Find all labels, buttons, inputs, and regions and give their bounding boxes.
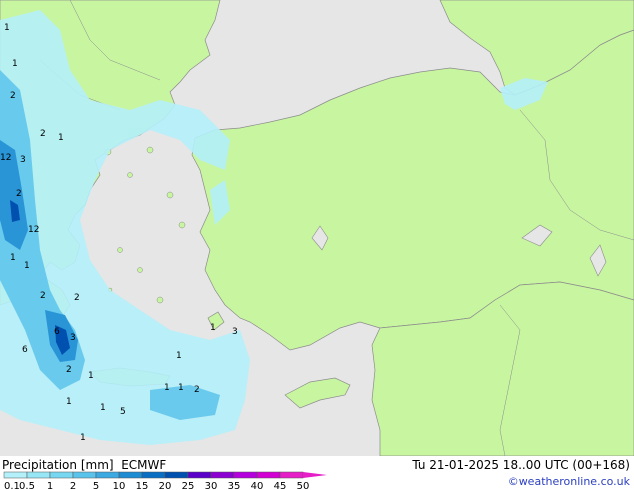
legend-tick-label: 15	[136, 481, 149, 490]
map-title: Precipitation [mm] ECMWF	[2, 458, 166, 472]
precip-label: 2	[40, 291, 46, 301]
color-legend: 0.1 0.5 1 2 5 10 15 20 25 30 35 40 45 50	[3, 471, 327, 490]
precip-label: 2	[66, 365, 72, 375]
legend-tick-label: 1	[47, 481, 53, 490]
legend-tick-label: 45	[274, 481, 287, 490]
legend-swatch	[141, 471, 166, 479]
precip-label: 1	[100, 403, 106, 413]
legend-swatch	[187, 471, 212, 479]
legend-tick-label: 35	[228, 481, 241, 490]
precip-label: 6	[54, 327, 60, 337]
legend-tick-label: 10	[113, 481, 126, 490]
precip-label: 1	[80, 433, 86, 443]
legend-swatch	[3, 471, 28, 479]
precip-label: 1	[66, 397, 72, 407]
legend-swatch	[233, 471, 258, 479]
precip-label: 3	[232, 327, 238, 337]
credit-link[interactable]: ©weatheronline.co.uk	[508, 475, 630, 488]
precip-label: 5	[120, 407, 126, 417]
product-label: Precipitation [mm]	[2, 458, 114, 472]
legend-swatch	[26, 471, 51, 479]
model-label: ECMWF	[121, 458, 167, 472]
legend-tick-label: 50	[297, 481, 310, 490]
precip-label: 1	[58, 133, 64, 143]
precip-label: 1	[88, 371, 94, 381]
legend-tick-label: 5	[93, 481, 99, 490]
precip-label: 12	[0, 153, 11, 163]
precip-label: 2	[16, 189, 22, 199]
legend-swatch	[49, 471, 74, 479]
precipitation-map: 1 2 1 2 1 3 12 2 12 1 1 2 2 6 3 2 1 6 1 …	[0, 0, 634, 456]
legend-swatch	[256, 471, 281, 479]
precip-label: 2	[40, 129, 46, 139]
legend-tick-label: 0.5	[19, 481, 35, 490]
precip-label: 1	[10, 253, 16, 263]
footer: Precipitation [mm] ECMWF Tu 21-01-2025 1…	[0, 456, 634, 490]
precip-label: 3	[70, 333, 76, 343]
precip-label: 1	[178, 383, 184, 393]
legend-swatch	[210, 471, 235, 479]
legend-swatch	[118, 471, 143, 479]
legend-tick-label: 0.1	[4, 481, 20, 490]
precip-label: 1	[164, 383, 170, 393]
legend-tick-label: 20	[159, 481, 172, 490]
valid-time: Tu 21-01-2025 18..00 UTC (00+168)	[412, 458, 630, 472]
legend-tick-label: 30	[205, 481, 218, 490]
precip-label: 1	[12, 59, 18, 69]
legend-tick-label: 2	[70, 481, 76, 490]
precip-label: 1	[210, 323, 216, 333]
precip-label: 1	[24, 261, 30, 271]
legend-tick-label: 25	[182, 481, 195, 490]
legend-swatch	[164, 471, 189, 479]
precip-label: 6	[22, 345, 28, 355]
legend-tick-label: 40	[251, 481, 264, 490]
legend-swatch	[72, 471, 97, 479]
legend-arrow	[303, 472, 327, 478]
precip-label: 1	[176, 351, 182, 361]
legend-swatch	[95, 471, 120, 479]
precip-label: 2	[194, 385, 200, 395]
legend-swatch	[279, 471, 304, 479]
precip-label: 2	[74, 293, 80, 303]
precip-label: 12	[28, 225, 39, 235]
precip-label: 2	[10, 91, 16, 101]
precip-label: 1	[4, 23, 10, 33]
precip-label: 3	[20, 155, 26, 165]
